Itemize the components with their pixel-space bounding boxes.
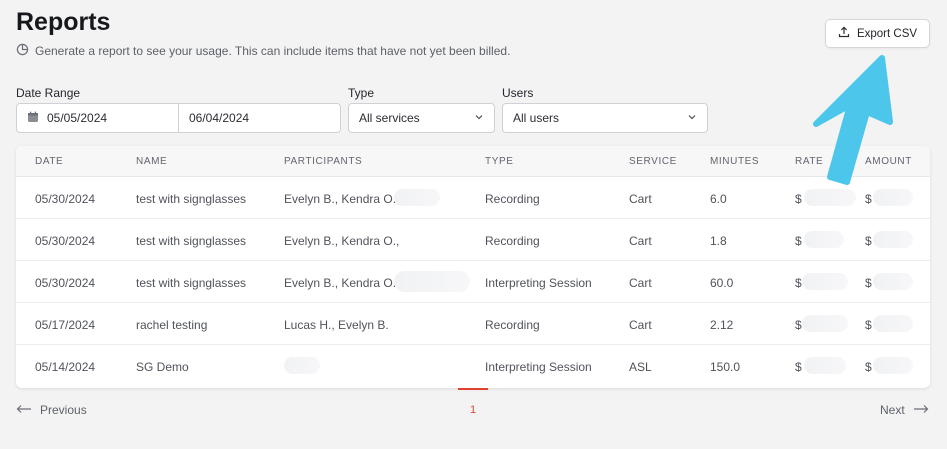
column-header-name[interactable]: NAME	[136, 156, 167, 167]
table-row[interactable]: 05/14/2024 SG Demo Interpreting Session …	[16, 345, 930, 387]
redacted-amount	[873, 231, 913, 248]
cell-service: Cart	[629, 318, 652, 332]
cell-name: SG Demo	[136, 360, 189, 374]
cell-type: Recording	[485, 192, 540, 206]
page-title: Reports	[16, 8, 111, 36]
cell-amount: $	[865, 360, 872, 374]
table-row[interactable]: 05/17/2024 rachel testing Lucas H., Evel…	[16, 303, 930, 345]
chevron-down-icon	[687, 111, 697, 125]
date-start-field[interactable]: 05/05/2024	[17, 104, 178, 132]
subtitle-text: Generate a report to see your usage. Thi…	[35, 44, 511, 58]
redacted-participants	[394, 271, 470, 292]
previous-label: Previous	[40, 403, 87, 417]
date-range-label: Date Range	[16, 86, 81, 100]
column-header-type[interactable]: TYPE	[485, 156, 514, 167]
cell-rate: $	[795, 318, 802, 332]
cell-type: Recording	[485, 318, 540, 332]
users-select-value: All users	[513, 111, 560, 125]
cell-participants: Evelyn B., Kendra O.,	[284, 234, 400, 248]
export-csv-label: Export CSV	[856, 27, 918, 40]
page-subtitle: Generate a report to see your usage. Thi…	[16, 43, 510, 59]
cell-minutes: 6.0	[710, 192, 727, 206]
users-select[interactable]: All users	[502, 103, 708, 133]
cell-rate: $	[795, 360, 802, 374]
cell-participants: Lucas H., Evelyn B.	[284, 318, 389, 332]
cell-service: ASL	[629, 360, 652, 374]
cell-rate: $	[795, 234, 802, 248]
date-end-value: 06/04/2024	[189, 111, 250, 125]
redacted-rate	[802, 273, 848, 290]
cell-type: Recording	[485, 234, 540, 248]
pie-chart-icon	[16, 43, 29, 59]
previous-page-button[interactable]: Previous	[16, 403, 87, 417]
cell-date: 05/30/2024	[35, 192, 96, 206]
date-start-value: 05/05/2024	[47, 111, 108, 125]
cell-amount: $	[865, 234, 872, 248]
page-number[interactable]: 1	[470, 404, 476, 416]
cell-rate: $	[795, 192, 802, 206]
redacted-amount	[873, 273, 913, 290]
current-page-indicator	[458, 388, 488, 390]
redacted-rate	[804, 231, 844, 248]
export-csv-button[interactable]: Export CSV	[825, 19, 930, 48]
users-label: Users	[502, 86, 534, 100]
cell-participants: Evelyn B., Kendra O.,	[284, 192, 400, 206]
column-header-date[interactable]: DATE	[35, 156, 63, 167]
column-header-minutes[interactable]: MINUTES	[710, 156, 759, 167]
reports-table: DATE NAME PARTICIPANTS TYPE SERVICE MINU…	[16, 146, 930, 388]
redacted-participants	[394, 189, 440, 206]
cell-date: 05/30/2024	[35, 234, 96, 248]
arrow-left-icon	[16, 403, 32, 417]
cell-type: Interpreting Session	[485, 360, 592, 374]
cell-minutes: 150.0	[710, 360, 741, 374]
next-page-button[interactable]: Next	[880, 403, 929, 417]
cell-service: Cart	[629, 234, 652, 248]
redacted-rate	[804, 357, 846, 374]
table-row[interactable]: 05/30/2024 test with signglasses Evelyn …	[16, 177, 930, 219]
cell-amount: $	[865, 276, 872, 290]
cell-date: 05/17/2024	[35, 318, 96, 332]
cell-date: 05/30/2024	[35, 276, 96, 290]
cell-name: test with signglasses	[136, 276, 247, 290]
table-row[interactable]: 05/30/2024 test with signglasses Evelyn …	[16, 219, 930, 261]
table-row[interactable]: 05/30/2024 test with signglasses Evelyn …	[16, 261, 930, 303]
cell-rate: $	[795, 276, 802, 290]
column-header-service[interactable]: SERVICE	[629, 156, 677, 167]
calendar-icon	[27, 111, 39, 126]
cell-name: test with signglasses	[136, 192, 247, 206]
type-select[interactable]: All services	[348, 103, 495, 133]
cell-amount: $	[865, 192, 872, 206]
cell-minutes: 1.8	[710, 234, 727, 248]
redacted-rate	[804, 189, 856, 206]
cell-amount: $	[865, 318, 872, 332]
redacted-rate	[802, 315, 848, 332]
cell-name: test with signglasses	[136, 234, 247, 248]
type-label: Type	[348, 86, 375, 100]
upload-icon	[838, 26, 850, 41]
table-header: DATE NAME PARTICIPANTS TYPE SERVICE MINU…	[16, 146, 930, 177]
arrow-right-icon	[913, 403, 929, 417]
redacted-amount	[873, 357, 913, 374]
column-header-participants[interactable]: PARTICIPANTS	[284, 156, 362, 167]
redacted-amount	[873, 189, 913, 206]
cell-date: 05/14/2024	[35, 360, 96, 374]
cell-minutes: 2.12	[710, 318, 734, 332]
cell-participants: Evelyn B., Kendra O.,	[284, 276, 400, 290]
redacted-participants	[284, 357, 320, 374]
annotation-arrow-icon	[813, 55, 893, 185]
cell-service: Cart	[629, 276, 652, 290]
cell-name: rachel testing	[136, 318, 208, 332]
date-end-field[interactable]: 06/04/2024	[178, 104, 340, 132]
cell-minutes: 60.0	[710, 276, 734, 290]
type-select-value: All services	[359, 111, 420, 125]
cell-type: Interpreting Session	[485, 276, 592, 290]
next-label: Next	[880, 403, 905, 417]
chevron-down-icon	[474, 111, 484, 125]
redacted-amount	[873, 315, 913, 332]
cell-service: Cart	[629, 192, 652, 206]
date-range-picker[interactable]: 05/05/2024 06/04/2024	[16, 103, 341, 133]
